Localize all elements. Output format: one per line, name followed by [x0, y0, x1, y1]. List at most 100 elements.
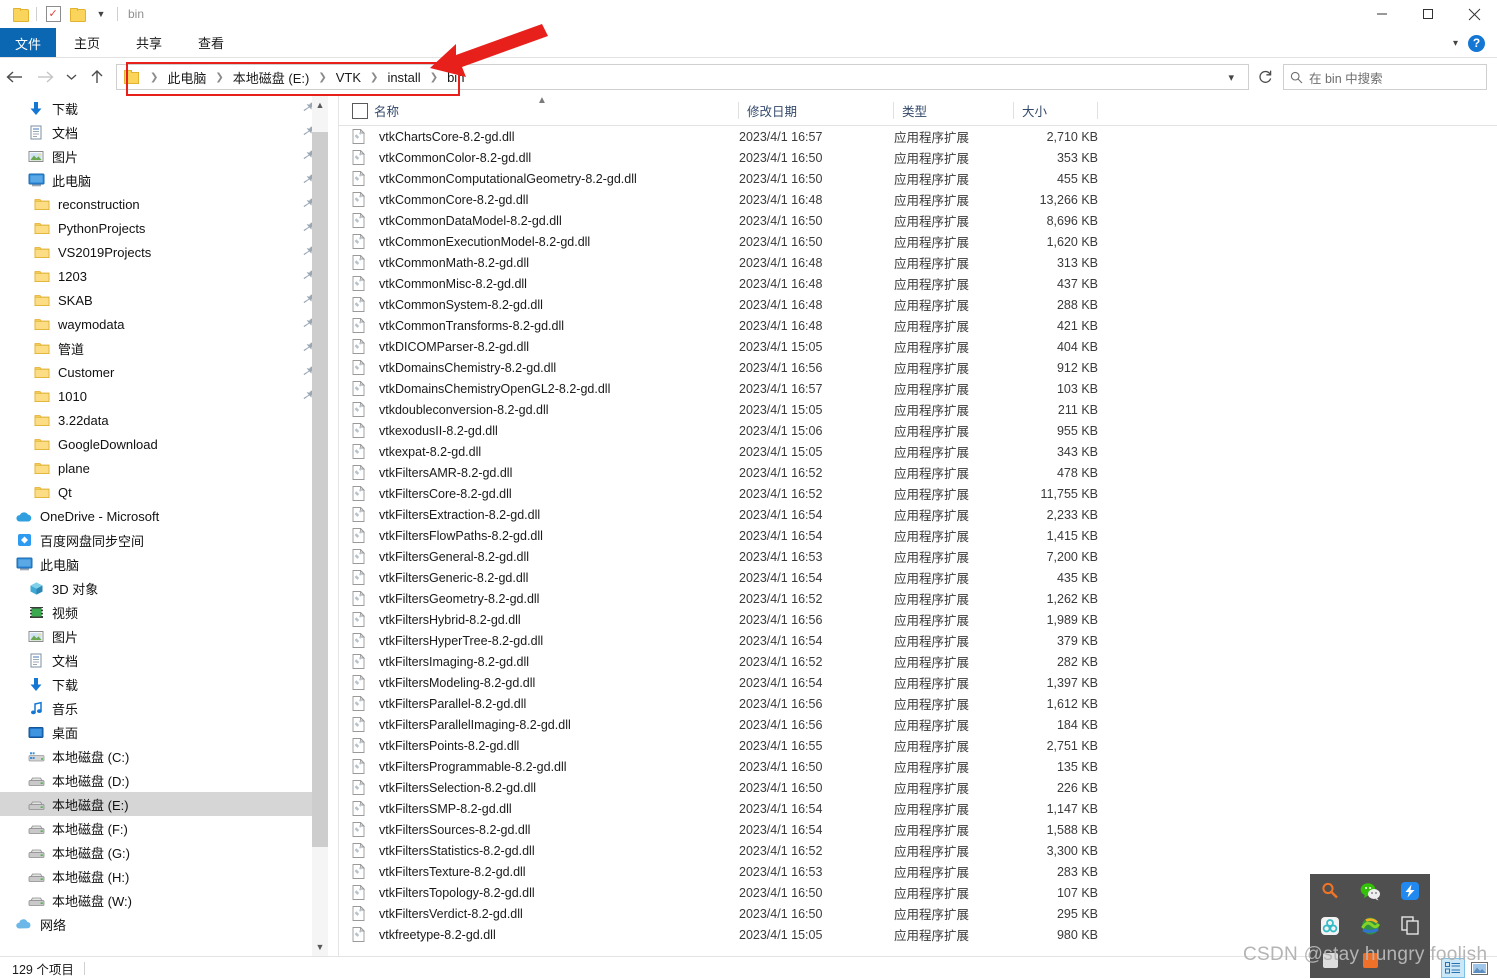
- breadcrumb-item-bin[interactable]: bin: [447, 70, 464, 85]
- sidebar-item[interactable]: 本地磁盘 (D:): [0, 768, 322, 792]
- address-bar[interactable]: ❯ 此电脑 ❯ 本地磁盘 (E:) ❯ VTK ❯ install ❯ bin …: [116, 64, 1249, 90]
- table-row[interactable]: vtkFiltersImaging-8.2-gd.dll 2023/4/1 16:…: [339, 651, 1497, 672]
- table-row[interactable]: vtkChartsCore-8.2-gd.dll 2023/4/1 16:57 应用…: [339, 126, 1497, 147]
- sidebar-item[interactable]: 此电脑: [0, 168, 322, 192]
- tab-view[interactable]: 查看: [180, 28, 242, 58]
- table-row[interactable]: vtkexodusII-8.2-gd.dll 2023/4/1 15:06 应用程序…: [339, 420, 1497, 441]
- sidebar-item[interactable]: 下载: [0, 96, 322, 120]
- breadcrumb-separator[interactable]: ❯: [150, 72, 158, 83]
- table-row[interactable]: vtkexpat-8.2-gd.dll 2023/4/1 15:05 应用程序扩展 3…: [339, 441, 1497, 462]
- column-header-date[interactable]: 修改日期: [739, 96, 894, 125]
- sidebar-item[interactable]: OneDrive - Microsoft: [0, 504, 322, 528]
- sidebar-item[interactable]: 本地磁盘 (G:): [0, 840, 322, 864]
- table-row[interactable]: vtkCommonComputationalGeometry-8.2-gd.dl…: [339, 168, 1497, 189]
- table-row[interactable]: vtkFiltersStatistics-8.2-gd.dll 2023/4/1 …: [339, 840, 1497, 861]
- table-row[interactable]: vtkCommonTransforms-8.2-gd.dll 2023/4/1 1…: [339, 315, 1497, 336]
- sidebar-item[interactable]: reconstruction: [0, 192, 322, 216]
- breadcrumb-separator[interactable]: ❯: [430, 72, 438, 83]
- table-row[interactable]: vtkFiltersPoints-8.2-gd.dll 2023/4/1 16:5…: [339, 735, 1497, 756]
- sidebar-item[interactable]: 此电脑: [0, 552, 322, 576]
- table-row[interactable]: vtkFiltersGeneral-8.2-gd.dll 2023/4/1 16:…: [339, 546, 1497, 567]
- breadcrumb-item-drive-e[interactable]: 本地磁盘 (E:): [233, 68, 310, 87]
- recent-locations-chevron-down-icon[interactable]: [60, 60, 82, 94]
- search-input[interactable]: 在 bin 中搜索: [1283, 64, 1487, 90]
- maximize-icon[interactable]: [1405, 0, 1451, 28]
- sidebar-item[interactable]: 网络: [0, 912, 322, 936]
- navigation-scrollbar[interactable]: ▲ ▼: [312, 96, 328, 956]
- 360-browser-icon[interactable]: [1310, 909, 1350, 944]
- scroll-up-icon[interactable]: ▲: [312, 96, 328, 114]
- sidebar-item[interactable]: 本地磁盘 (C:): [0, 744, 322, 768]
- sidebar-item[interactable]: 本地磁盘 (H:): [0, 864, 322, 888]
- table-row[interactable]: vtkFiltersModeling-8.2-gd.dll 2023/4/1 16…: [339, 672, 1497, 693]
- thunder-icon[interactable]: [1390, 874, 1430, 909]
- sidebar-item[interactable]: Customer: [0, 360, 322, 384]
- column-header-type[interactable]: 类型: [894, 96, 1014, 125]
- sidebar-item[interactable]: 1010: [0, 384, 322, 408]
- sidebar-item[interactable]: 文档: [0, 120, 322, 144]
- refresh-icon[interactable]: [1249, 60, 1281, 94]
- sidebar-item[interactable]: 桌面: [0, 720, 322, 744]
- table-row[interactable]: vtkFiltersSelection-8.2-gd.dll 2023/4/1 1…: [339, 777, 1497, 798]
- scroll-down-icon[interactable]: ▼: [312, 938, 328, 956]
- wechat-icon[interactable]: [1350, 874, 1390, 909]
- breadcrumb-separator[interactable]: ❯: [370, 72, 378, 83]
- sidebar-item[interactable]: 图片: [0, 624, 322, 648]
- table-row[interactable]: vtkDomainsChemistryOpenGL2-8.2-gd.dll 202…: [339, 378, 1497, 399]
- table-row[interactable]: vtkCommonDataModel-8.2-gd.dll 2023/4/1 16…: [339, 210, 1497, 231]
- table-row[interactable]: vtkFiltersGeneric-8.2-gd.dll 2023/4/1 16:…: [339, 567, 1497, 588]
- table-row[interactable]: vtkCommonCore-8.2-gd.dll 2023/4/1 16:48 应用…: [339, 189, 1497, 210]
- column-header-size[interactable]: 大小: [1014, 96, 1098, 125]
- tab-file[interactable]: 文件: [0, 28, 56, 58]
- table-row[interactable]: vtkFiltersParallel-8.2-gd.dll 2023/4/1 16…: [339, 693, 1497, 714]
- sidebar-item[interactable]: VS2019Projects: [0, 240, 322, 264]
- table-row[interactable]: vtkFiltersFlowPaths-8.2-gd.dll 2023/4/1 1…: [339, 525, 1497, 546]
- sidebar-item[interactable]: SKAB: [0, 288, 322, 312]
- sidebar-item[interactable]: 百度网盘同步空间: [0, 528, 322, 552]
- sidebar-item[interactable]: 视频: [0, 600, 322, 624]
- folder-icon[interactable]: [8, 2, 32, 26]
- table-row[interactable]: vtkFiltersHybrid-8.2-gd.dll 2023/4/1 16:5…: [339, 609, 1497, 630]
- table-row[interactable]: vtkFiltersProgrammable-8.2-gd.dll 2023/4/…: [339, 756, 1497, 777]
- magnifier-icon[interactable]: [1310, 874, 1350, 909]
- table-row[interactable]: vtkCommonSystem-8.2-gd.dll 2023/4/1 16:48…: [339, 294, 1497, 315]
- sidebar-item[interactable]: Qt: [0, 480, 322, 504]
- table-row[interactable]: vtkCommonMath-8.2-gd.dll 2023/4/1 16:48 应用…: [339, 252, 1497, 273]
- breadcrumb-item-install[interactable]: install: [387, 70, 420, 85]
- sidebar-item[interactable]: 3D 对象: [0, 576, 322, 600]
- properties-icon[interactable]: ✓: [41, 2, 65, 26]
- tab-share[interactable]: 共享: [118, 28, 180, 58]
- column-header-name[interactable]: 名称 ▲: [339, 96, 739, 125]
- sidebar-item[interactable]: 1203: [0, 264, 322, 288]
- sidebar-item[interactable]: GoogleDownload: [0, 432, 322, 456]
- table-row[interactable]: vtkdoubleconversion-8.2-gd.dll 2023/4/1 1…: [339, 399, 1497, 420]
- breadcrumb-separator[interactable]: ❯: [318, 72, 326, 83]
- sidebar-item[interactable]: 3.22data: [0, 408, 322, 432]
- chevron-down-icon[interactable]: ▾: [1453, 38, 1458, 49]
- copy-icon[interactable]: [1390, 909, 1430, 944]
- sidebar-item[interactable]: 管道: [0, 336, 322, 360]
- new-folder-icon[interactable]: [65, 2, 89, 26]
- sidebar-item[interactable]: 本地磁盘 (W:): [0, 888, 322, 912]
- sidebar-item[interactable]: 图片: [0, 144, 322, 168]
- tab-home[interactable]: 主页: [56, 28, 118, 58]
- select-all-checkbox[interactable]: [352, 102, 368, 119]
- minimize-icon[interactable]: [1359, 0, 1405, 28]
- close-icon[interactable]: [1451, 0, 1497, 28]
- table-row[interactable]: vtkFiltersAMR-8.2-gd.dll 2023/4/1 16:52 应用…: [339, 462, 1497, 483]
- back-arrow-icon[interactable]: [0, 60, 30, 94]
- address-dropdown-chevron-down-icon[interactable]: ▾: [1220, 71, 1242, 84]
- sidebar-item[interactable]: 文档: [0, 648, 322, 672]
- up-arrow-icon[interactable]: [82, 60, 112, 94]
- forward-arrow-icon[interactable]: [30, 60, 60, 94]
- idm-icon[interactable]: [1350, 909, 1390, 944]
- table-row[interactable]: vtkCommonExecutionModel-8.2-gd.dll 2023/4…: [339, 231, 1497, 252]
- table-row[interactable]: vtkFiltersCore-8.2-gd.dll 2023/4/1 16:52 应…: [339, 483, 1497, 504]
- breadcrumb-item-vtk[interactable]: VTK: [336, 70, 361, 85]
- sidebar-item[interactable]: PythonProjects: [0, 216, 322, 240]
- scrollbar-thumb[interactable]: [312, 132, 328, 847]
- sidebar-item[interactable]: 下载: [0, 672, 322, 696]
- table-row[interactable]: vtkFiltersExtraction-8.2-gd.dll 2023/4/1 …: [339, 504, 1497, 525]
- table-row[interactable]: vtkFiltersSMP-8.2-gd.dll 2023/4/1 16:54 应用…: [339, 798, 1497, 819]
- table-row[interactable]: vtkFiltersHyperTree-8.2-gd.dll 2023/4/1 1…: [339, 630, 1497, 651]
